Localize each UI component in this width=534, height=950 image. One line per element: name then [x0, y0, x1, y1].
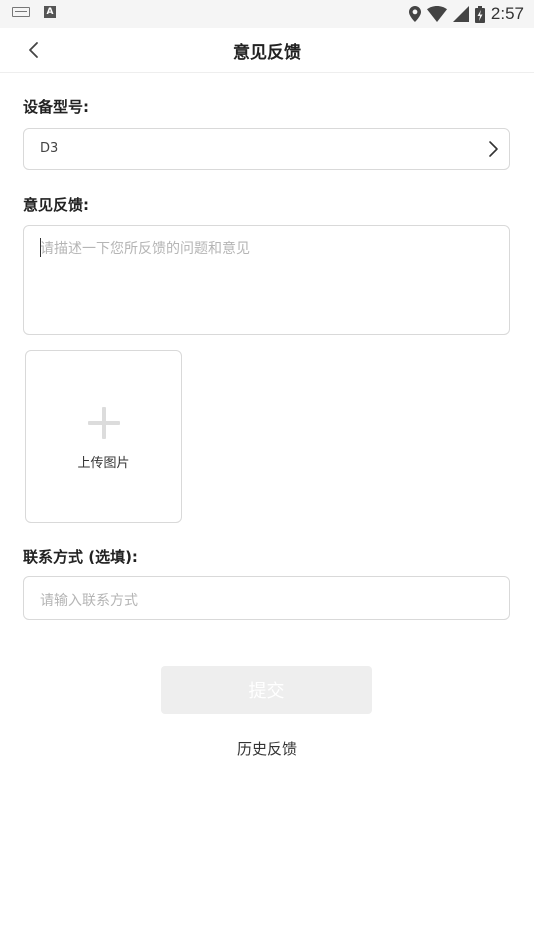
device-model-label: 设备型号: [23, 98, 89, 116]
chevron-right-icon [489, 141, 498, 157]
text-caret [40, 238, 41, 257]
feedback-textarea[interactable]: 请描述一下您所反馈的问题和意见 [23, 225, 510, 335]
submit-button[interactable]: 提交 [161, 666, 372, 714]
upload-image-label: 上传图片 [77, 456, 130, 471]
feedback-label: 意见反馈: [23, 196, 89, 214]
contact-input[interactable]: 请输入联系方式 [23, 576, 510, 620]
signal-icon [452, 6, 469, 22]
device-model-selector[interactable]: D3 [23, 128, 510, 170]
upload-image-button[interactable]: 上传图片 [25, 350, 182, 523]
status-time: 2:57 [490, 4, 524, 23]
wifi-icon [426, 6, 447, 22]
contact-label: 联系方式 (选填): [23, 548, 138, 566]
page-title: 意见反馈 [233, 43, 301, 63]
status-bar: A 2:57 [0, 0, 534, 28]
feedback-placeholder: 请描述一下您所反馈的问题和意见 [40, 241, 250, 257]
battery-charging-icon [474, 5, 485, 23]
history-feedback-link[interactable]: 历史反馈 [0, 738, 534, 759]
plus-icon [88, 407, 120, 439]
keyboard-icon [12, 7, 30, 17]
device-model-value: D3 [40, 141, 59, 156]
location-icon [408, 6, 421, 22]
nav-bar: 意见反馈 [0, 28, 534, 73]
contact-placeholder: 请输入联系方式 [40, 593, 138, 609]
a-icon: A [44, 6, 56, 18]
